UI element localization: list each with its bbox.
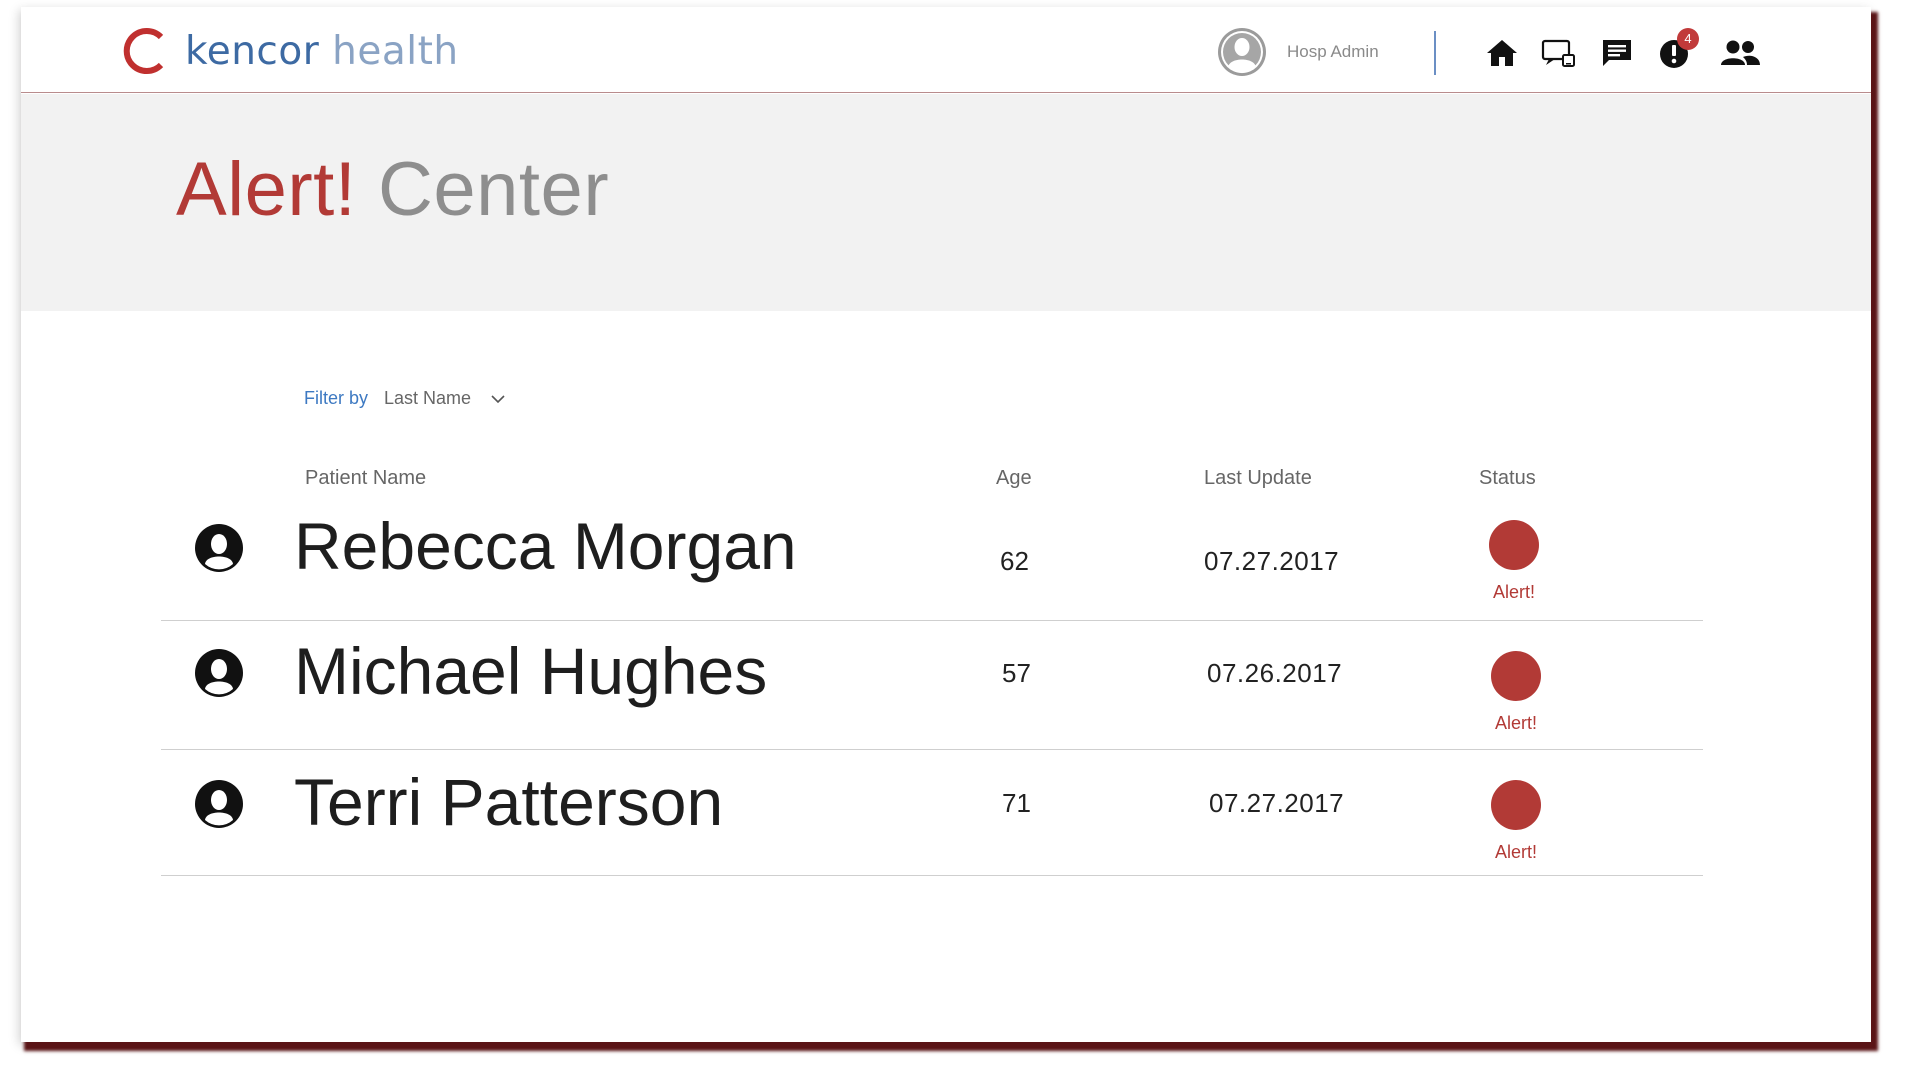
patient-name[interactable]: Rebecca Morgan bbox=[294, 508, 797, 584]
status-label: Alert! bbox=[1495, 713, 1538, 733]
page-title-alert: Alert! bbox=[176, 147, 357, 232]
status-indicator[interactable] bbox=[1491, 780, 1541, 830]
patient-last-update: 07.27.2017 bbox=[1209, 788, 1345, 818]
alert-count-badge: 4 bbox=[1677, 28, 1699, 50]
page-title-center: Center bbox=[378, 147, 610, 232]
alerts-icon[interactable]: 4 bbox=[1657, 28, 1699, 69]
column-header-last-update[interactable]: Last Update bbox=[1204, 467, 1312, 490]
app-window: kencor health Hosp Admin 4 Alert! Center… bbox=[21, 7, 1871, 1042]
patient-age: 62 bbox=[1000, 546, 1029, 576]
filter-label: Filter by bbox=[304, 388, 369, 408]
user-avatar-icon bbox=[1218, 28, 1266, 76]
kencor-logo-icon bbox=[123, 28, 164, 74]
table-row[interactable]: Rebecca Morgan 62 07.27.2017 Alert! bbox=[161, 503, 1703, 621]
column-header-patient-name[interactable]: Patient Name bbox=[305, 467, 426, 490]
patient-avatar-icon bbox=[195, 524, 243, 572]
user-name: Hosp Admin bbox=[1287, 42, 1379, 61]
patient-age: 71 bbox=[1002, 788, 1031, 818]
patient-name[interactable]: Michael Hughes bbox=[294, 633, 767, 709]
patient-name[interactable]: Terri Patterson bbox=[294, 764, 723, 840]
users-icon[interactable] bbox=[1719, 37, 1761, 69]
status-indicator[interactable] bbox=[1489, 520, 1539, 570]
page-header-band: Alert! Center bbox=[21, 94, 1871, 311]
filter-control[interactable]: Filter by Last Name bbox=[304, 388, 505, 409]
devices-icon[interactable] bbox=[1541, 37, 1577, 69]
patient-last-update: 07.26.2017 bbox=[1207, 658, 1343, 688]
table-row[interactable]: Terri Patterson 71 07.27.2017 Alert! bbox=[161, 750, 1703, 876]
header-divider bbox=[1434, 31, 1436, 75]
brand-name: kencor health bbox=[185, 28, 459, 74]
status-label: Alert! bbox=[1493, 582, 1536, 602]
top-bar: kencor health Hosp Admin 4 bbox=[21, 7, 1871, 93]
patient-avatar-icon bbox=[195, 649, 243, 697]
patient-age: 57 bbox=[1002, 658, 1031, 688]
table-row[interactable]: Michael Hughes 57 07.26.2017 Alert! bbox=[161, 621, 1703, 750]
message-icon[interactable] bbox=[1599, 37, 1635, 69]
chevron-down-icon[interactable] bbox=[491, 394, 505, 404]
column-header-status[interactable]: Status bbox=[1479, 467, 1536, 490]
brand-logo[interactable]: kencor health bbox=[121, 25, 459, 77]
column-header-age[interactable]: Age bbox=[996, 467, 1032, 490]
status-indicator[interactable] bbox=[1491, 651, 1541, 701]
user-menu[interactable]: Hosp Admin bbox=[1217, 27, 1379, 77]
page-title: Alert! Center bbox=[176, 146, 609, 233]
filter-select-value[interactable]: Last Name bbox=[384, 388, 471, 409]
patient-last-update: 07.27.2017 bbox=[1204, 546, 1340, 576]
home-icon[interactable] bbox=[1484, 37, 1520, 69]
patient-avatar-icon bbox=[195, 780, 243, 828]
status-label: Alert! bbox=[1495, 842, 1538, 862]
